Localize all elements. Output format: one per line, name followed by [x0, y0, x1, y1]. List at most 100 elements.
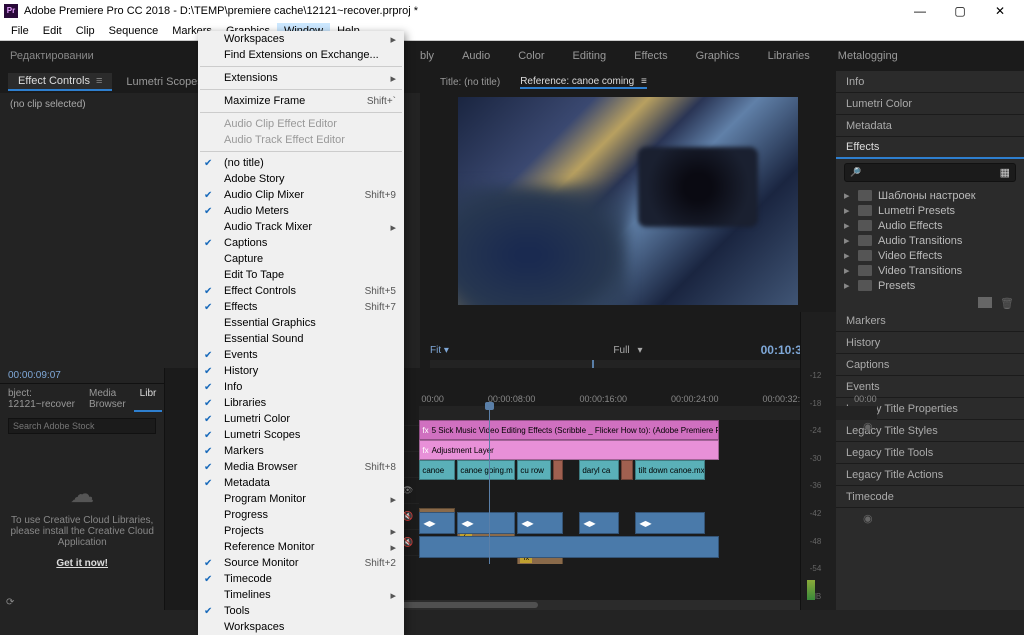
tab-reference[interactable]: Reference: canoe coming ≡ — [520, 76, 647, 89]
menu-item-find-extensions-on-exchange-[interactable]: Find Extensions on Exchange... — [198, 47, 404, 63]
menu-clip[interactable]: Clip — [69, 23, 102, 39]
menu-item-progress[interactable]: Progress — [198, 507, 404, 523]
panel-menu-icon[interactable]: ≡ — [638, 76, 647, 87]
workspace-metalogging[interactable]: Metalogging — [838, 50, 898, 62]
status-sync-icon[interactable]: ⟳ — [0, 594, 16, 610]
menu-item-markers[interactable]: ✔Markers — [198, 443, 404, 459]
menu-item-media-browser[interactable]: ✔Media BrowserShift+8 — [198, 459, 404, 475]
search-stock-input[interactable] — [8, 418, 156, 434]
resolution-dropdown[interactable]: Full ▾ — [613, 345, 642, 356]
effects-folder[interactable]: ▸Шаблоны настроек — [844, 188, 1016, 203]
delete-icon[interactable]: 🗑 — [1000, 297, 1014, 308]
tab-libraries[interactable]: Libr — [134, 386, 163, 412]
menu-item-audio-meters[interactable]: ✔Audio Meters — [198, 203, 404, 219]
maximize-button[interactable]: ▢ — [940, 4, 980, 18]
tab-media-browser[interactable]: Media Browser — [83, 386, 132, 412]
effects-search[interactable]: 🔎 ▦ — [844, 163, 1016, 182]
get-it-now-link[interactable]: Get it now! — [56, 558, 108, 569]
timeline-tab[interactable] — [175, 371, 194, 387]
menu-item-captions[interactable]: ✔Captions — [198, 235, 404, 251]
menu-sequence[interactable]: Sequence — [102, 23, 166, 39]
clip-canoe-going[interactable]: canoe going.m — [457, 460, 515, 480]
clip-audio-4[interactable]: ◀▶ — [579, 512, 619, 534]
menu-item-timecode[interactable]: ✔Timecode — [198, 571, 404, 587]
menu-item-essential-sound[interactable]: Essential Sound — [198, 331, 404, 347]
minimize-button[interactable]: — — [900, 4, 940, 18]
menu-file[interactable]: File — [4, 23, 36, 39]
menu-item-timelines[interactable]: Timelines▸ — [198, 587, 404, 603]
menu-item-reference-monitor[interactable]: Reference Monitor▸ — [198, 539, 404, 555]
menu-item-info[interactable]: ✔Info — [198, 379, 404, 395]
menu-item-effect-controls[interactable]: ✔Effect ControlsShift+5 — [198, 283, 404, 299]
menu-item--no-title-[interactable]: ✔(no title) — [198, 155, 404, 171]
clip-audio-5[interactable]: ◀▶ — [635, 512, 705, 534]
panel-markers[interactable]: Markers — [836, 310, 1024, 332]
workspace-audio[interactable]: Audio — [462, 50, 490, 62]
menu-item-projects[interactable]: Projects▸ — [198, 523, 404, 539]
tab-effect-controls[interactable]: Effect Controls≡ — [8, 73, 112, 91]
clip-daryl[interactable]: daryl ca — [579, 460, 619, 480]
menu-item-capture[interactable]: Capture — [198, 251, 404, 267]
viewer-frame[interactable] — [458, 97, 798, 305]
tab-project[interactable]: bject: 12121~recover — [2, 386, 81, 412]
effects-folder[interactable]: ▸Presets — [844, 278, 1016, 293]
menu-item-adobe-story[interactable]: Adobe Story — [198, 171, 404, 187]
clip-adjustment-layer[interactable]: fxAdjustment Layer — [419, 440, 719, 460]
menu-item-audio-track-mixer[interactable]: Audio Track Mixer▸ — [198, 219, 404, 235]
panel-history[interactable]: History — [836, 332, 1024, 354]
workspace-color[interactable]: Color — [518, 50, 544, 62]
clip-canoe[interactable]: canoe — [419, 460, 455, 480]
folder-icon[interactable] — [978, 297, 992, 308]
clip-audio-2[interactable]: ◀▶ — [457, 512, 515, 534]
workspace-libraries[interactable]: Libraries — [768, 50, 810, 62]
menu-item-workspaces[interactable]: Workspaces▸ — [198, 31, 404, 47]
workspace-current[interactable]: Редактировании — [10, 50, 200, 62]
clip-small[interactable] — [553, 460, 563, 480]
tab-title[interactable]: Title: (no title) — [440, 77, 500, 88]
effects-folder[interactable]: ▸Video Effects — [844, 248, 1016, 263]
menu-item-maximize-frame[interactable]: Maximize FrameShift+` — [198, 93, 404, 109]
menu-item-edit-to-tape[interactable]: Edit To Tape — [198, 267, 404, 283]
panel-lumetri-color[interactable]: Lumetri Color — [836, 93, 1024, 115]
program-viewer — [420, 93, 836, 340]
menu-item-lumetri-color[interactable]: ✔Lumetri Color — [198, 411, 404, 427]
menu-item-libraries[interactable]: ✔Libraries — [198, 395, 404, 411]
clip-cu-row[interactable]: cu row — [517, 460, 551, 480]
menu-item-extensions[interactable]: Extensions▸ — [198, 70, 404, 86]
menu-item-essential-graphics[interactable]: Essential Graphics — [198, 315, 404, 331]
clip-audio-1[interactable]: ◀▶ — [419, 512, 455, 534]
menu-item-metadata[interactable]: ✔Metadata — [198, 475, 404, 491]
effects-folder[interactable]: ▸Video Transitions — [844, 263, 1016, 278]
effects-folder[interactable]: ▸Lumetri Presets — [844, 203, 1016, 218]
close-button[interactable]: ✕ — [980, 4, 1020, 18]
menu-item-source-monitor[interactable]: ✔Source MonitorShift+2 — [198, 555, 404, 571]
menu-item-lumetri-scopes[interactable]: ✔Lumetri Scopes — [198, 427, 404, 443]
clip-effects-title[interactable]: fx5 Sick Music Video Editing Effects (Sc… — [419, 420, 719, 440]
clip-audio-3[interactable]: ◀▶ — [517, 512, 563, 534]
effects-search-input[interactable] — [864, 167, 996, 178]
source-timecode[interactable]: 00:00:09:07 — [0, 368, 164, 384]
menu-item-program-monitor[interactable]: Program Monitor▸ — [198, 491, 404, 507]
menu-item-events[interactable]: ✔Events — [198, 347, 404, 363]
menu-item-history[interactable]: ✔History — [198, 363, 404, 379]
panel-menu-icon[interactable]: ≡ — [96, 75, 102, 87]
effects-folder[interactable]: ▸Audio Effects — [844, 218, 1016, 233]
workspace-effects[interactable]: Effects — [634, 50, 667, 62]
clip-audio-music[interactable] — [419, 536, 719, 558]
panel-info[interactable]: Info — [836, 71, 1024, 93]
menu-item-audio-clip-mixer[interactable]: ✔Audio Clip MixerShift+9 — [198, 187, 404, 203]
panel-metadata[interactable]: Metadata — [836, 115, 1024, 137]
fit-dropdown[interactable]: Fit ▾ — [430, 345, 550, 356]
workspace-editing[interactable]: Editing — [573, 50, 607, 62]
menu-edit[interactable]: Edit — [36, 23, 69, 39]
workspace-bly[interactable]: bly — [420, 50, 434, 62]
menu-item-workspaces[interactable]: Workspaces — [198, 619, 404, 635]
clip-tilt-down[interactable]: tilt down canoe.mxf — [635, 460, 705, 480]
menu-item-tools[interactable]: ✔Tools — [198, 603, 404, 619]
menu-item-effects[interactable]: ✔EffectsShift+7 — [198, 299, 404, 315]
workspace-graphics[interactable]: Graphics — [696, 50, 740, 62]
effects-folder[interactable]: ▸Audio Transitions — [844, 233, 1016, 248]
panel-effects[interactable]: Effects — [836, 137, 1024, 159]
clip-small2[interactable] — [621, 460, 633, 480]
new-bin-icon[interactable]: ▦ — [997, 166, 1013, 179]
